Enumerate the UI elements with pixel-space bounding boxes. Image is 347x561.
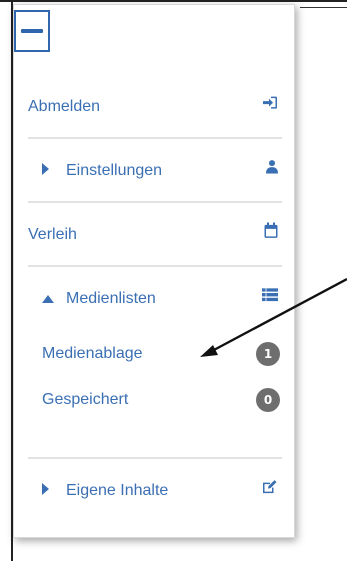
menu-item-abmelden[interactable]: Abmelden [14,75,294,139]
menu-item-label: Medienlisten [66,290,156,307]
caret-up-icon [42,290,54,308]
menu-item-label: Eigene Inhalte [66,482,169,499]
count-badge: 0 [256,388,280,412]
caret-right-icon [42,482,50,500]
caret-right-icon [42,162,50,180]
frame-top-inner-line [300,7,347,8]
edit-icon [262,480,278,499]
submenu-item-gespeichert[interactable]: Gespeichert 0 [14,377,294,423]
list-icon [262,288,278,306]
submenu-item-label: Medienablage [42,345,143,362]
menu-item-verleih[interactable]: Verleih [14,203,294,267]
frame-top-line [0,0,347,2]
calendar-icon [264,222,278,243]
minus-icon [21,29,43,33]
count-badge: 1 [256,342,280,366]
navigation-menu: Abmelden Einstellungen Verleih Medienlis… [14,75,294,523]
menu-item-label: Einstellungen [66,162,163,179]
menu-item-eigene-inhalte[interactable]: Eigene Inhalte [14,459,294,523]
submenu-item-label: Gespeichert [42,391,129,408]
navigation-dropdown-panel: Abmelden Einstellungen Verleih Medienlis… [13,4,295,538]
submenu-item-medienablage[interactable]: Medienablage 1 [14,331,294,377]
menu-item-label: Verleih [28,226,77,243]
sign-in-icon [262,96,278,115]
user-icon [266,160,278,179]
menu-item-label: Abmelden [28,98,101,115]
menu-item-einstellungen[interactable]: Einstellungen [14,139,294,203]
menu-item-medienlisten[interactable]: Medienlisten [14,267,294,331]
submenu-spacer [14,423,294,459]
menu-collapse-button[interactable] [14,10,50,52]
